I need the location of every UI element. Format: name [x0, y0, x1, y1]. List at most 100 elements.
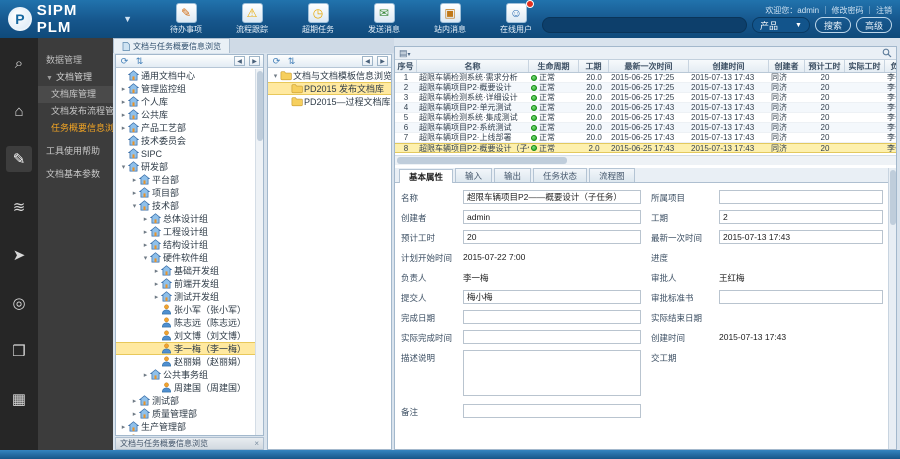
detail-tab-输出[interactable]: 输出: [494, 168, 531, 182]
sidebar-item-文档基本参数[interactable]: 文档基本参数: [38, 166, 113, 183]
collapsed-arrow-icon[interactable]: ▸: [141, 241, 150, 249]
column-header-创建者[interactable]: 创建者: [769, 60, 805, 72]
org-tree-node[interactable]: 技术委员会: [116, 134, 255, 147]
search-button[interactable]: 搜索: [815, 17, 851, 33]
collapsed-arrow-icon[interactable]: ▸: [119, 98, 128, 106]
field-input-备注[interactable]: [463, 404, 641, 418]
field-input-审批标准书[interactable]: [719, 290, 883, 304]
globe-icon[interactable]: ◎: [6, 290, 32, 316]
table-row[interactable]: 1超限车辆检测系统·需求分析正常20.02015-06-25 17:252015…: [395, 73, 896, 83]
table-row[interactable]: 8超限车辆项目P2·概要设计（子任务）正常2.02015-06-25 17:43…: [395, 143, 896, 153]
detail-tab-输入[interactable]: 输入: [455, 168, 492, 182]
folder-tree-node[interactable]: ▾文档与文档模板信息浏览目录: [268, 69, 391, 82]
close-icon[interactable]: ×: [254, 439, 259, 448]
org-tree-node[interactable]: 赵丽娟（赵丽娟）: [116, 355, 255, 368]
grid-hscrollbar[interactable]: [395, 155, 896, 165]
org-tree-node[interactable]: ▸前端开发组: [116, 277, 255, 290]
app-logo[interactable]: P SIPM PLM ▼: [0, 2, 142, 36]
column-header-实际工时[interactable]: 实际工时: [845, 60, 885, 72]
logo-caret-icon[interactable]: ▼: [123, 14, 132, 24]
org-tree-node[interactable]: Ab: [116, 433, 255, 435]
collapsed-arrow-icon[interactable]: ▸: [130, 176, 139, 184]
collapse-tree-icon[interactable]: ⇅: [134, 56, 145, 67]
advanced-search-button[interactable]: 高级: [856, 17, 892, 33]
sidebar-item-数据管理[interactable]: 数据管理: [38, 52, 113, 69]
sidebar-item-任务概要信息浏览[interactable]: 任务概要信息浏览: [38, 120, 113, 137]
column-header-生命周期[interactable]: 生命周期: [529, 60, 579, 72]
sidebar-item-文档管理[interactable]: ▼文档管理: [38, 69, 113, 86]
field-input-实际完成时间[interactable]: [463, 330, 641, 344]
collapsed-arrow-icon[interactable]: ▸: [141, 215, 150, 223]
detail-tab-基本属性[interactable]: 基本属性: [399, 169, 453, 183]
org-tree-node[interactable]: ▸公共库: [116, 108, 255, 121]
field-input-所属项目[interactable]: [719, 190, 883, 204]
org-tree-node[interactable]: ▸结构设计组: [116, 238, 255, 251]
expanded-arrow-icon[interactable]: ▾: [271, 72, 280, 80]
grid-menu-icon[interactable]: ▤▾: [399, 48, 411, 59]
expanded-arrow-icon[interactable]: ▾: [130, 202, 139, 210]
org-tree-node[interactable]: ▸项目部: [116, 186, 255, 199]
send-icon[interactable]: ➤: [6, 242, 32, 268]
column-header-预计工时[interactable]: 预计工时: [805, 60, 845, 72]
org-tree-node[interactable]: ▸产品工艺部: [116, 121, 255, 134]
field-input-描述说明[interactable]: [463, 350, 641, 396]
org-tree-node[interactable]: 李一梅（李一梅）: [116, 342, 255, 355]
org-tree-scrollbar[interactable]: [255, 69, 263, 435]
org-tree-node[interactable]: ▸公共事务组: [116, 368, 255, 381]
database-icon[interactable]: ≋: [6, 194, 32, 220]
tab-document-task-overview[interactable]: 文档与任务概要信息浏览: [113, 38, 230, 53]
sidebar-item-文档库管理[interactable]: 文档库管理: [38, 86, 113, 103]
panel-collapse-right-icon[interactable]: ▶: [377, 56, 388, 66]
field-input-提交人[interactable]: 梅小梅: [463, 290, 641, 304]
bottom-panel-tab[interactable]: 文档与任务概要信息浏览 ×: [115, 437, 264, 450]
field-input-完成日期[interactable]: [463, 310, 641, 324]
field-input-预计工时[interactable]: 20: [463, 230, 641, 244]
org-tree-node[interactable]: ▸平台部: [116, 173, 255, 186]
org-tree-node[interactable]: ▾硬件软件组: [116, 251, 255, 264]
collapsed-arrow-icon[interactable]: ▸: [130, 410, 139, 418]
refresh-icon[interactable]: ⟳: [271, 56, 282, 67]
table-row[interactable]: 2超限车辆项目P2·概要设计正常20.02015-06-25 17:252015…: [395, 83, 896, 93]
column-header-名称[interactable]: 名称: [417, 60, 529, 72]
toolbar-process-track-button[interactable]: ⚠流程跟踪: [226, 3, 278, 35]
table-row[interactable]: 4超限车辆项目P2·单元测试正常20.02015-06-25 17:432015…: [395, 103, 896, 113]
org-tree-node[interactable]: ▸测试开发组: [116, 290, 255, 303]
table-row[interactable]: 5超限车辆检测系统·集成测试正常20.02015-06-25 17:432015…: [395, 113, 896, 123]
field-input-创建者[interactable]: admin: [463, 210, 641, 224]
column-header-创建时间[interactable]: 创建时间: [689, 60, 769, 72]
column-header-工期[interactable]: 工期: [579, 60, 609, 72]
collapsed-arrow-icon[interactable]: ▸: [130, 189, 139, 197]
collapsed-arrow-icon[interactable]: ▸: [130, 397, 139, 405]
detail-tab-任务状态[interactable]: 任务状态: [533, 168, 587, 182]
collapsed-arrow-icon[interactable]: ▸: [152, 280, 161, 288]
toolbar-send-message-button[interactable]: ✉发送消息: [358, 3, 410, 35]
collapsed-arrow-icon[interactable]: ▸: [119, 111, 128, 119]
collapsed-arrow-icon[interactable]: ▸: [152, 267, 161, 275]
collapsed-arrow-icon[interactable]: ▸: [141, 228, 150, 236]
org-tree-node[interactable]: ▸管理监控组: [116, 82, 255, 95]
folder-tree-node[interactable]: PD2015—过程文档库: [268, 95, 391, 108]
panel-collapse-left-icon[interactable]: ◀: [234, 56, 245, 66]
panel-collapse-left-icon[interactable]: ◀: [362, 56, 373, 66]
column-header-序号[interactable]: 序号: [395, 60, 417, 72]
table-row[interactable]: 6超限车辆项目P2·系统测试正常20.02015-06-25 17:432015…: [395, 123, 896, 133]
collapsed-arrow-icon[interactable]: ▸: [152, 293, 161, 301]
toolbar-inbox-button[interactable]: ▣站内消息: [424, 3, 476, 35]
column-header-最新一次时间[interactable]: 最新一次时间: [609, 60, 689, 72]
org-tree-node[interactable]: 通用文档中心: [116, 69, 255, 82]
collapsed-arrow-icon[interactable]: ▸: [141, 371, 150, 379]
org-tree-node[interactable]: ▸质量管理部: [116, 407, 255, 420]
field-input-工期[interactable]: 2: [719, 210, 883, 224]
collapsed-arrow-icon[interactable]: ▸: [119, 85, 128, 93]
org-tree-node[interactable]: ▸生产管理部: [116, 420, 255, 433]
org-tree-node[interactable]: ▾技术部: [116, 199, 255, 212]
panel-collapse-right-icon[interactable]: ▶: [249, 56, 260, 66]
toolbar-todo-button[interactable]: ✎待办事项: [160, 3, 212, 35]
table-row[interactable]: 7超限车辆项目P2·上线部署正常20.02015-06-25 17:432015…: [395, 133, 896, 143]
expanded-arrow-icon[interactable]: ▾: [141, 254, 150, 262]
search-category-select[interactable]: 产品 ▼: [752, 17, 810, 33]
refresh-icon[interactable]: ⟳: [119, 56, 130, 67]
column-header-负责人[interactable]: 负责人: [885, 60, 896, 72]
org-tree-node[interactable]: ▸总体设计组: [116, 212, 255, 225]
home-icon[interactable]: ⌂: [6, 98, 32, 124]
